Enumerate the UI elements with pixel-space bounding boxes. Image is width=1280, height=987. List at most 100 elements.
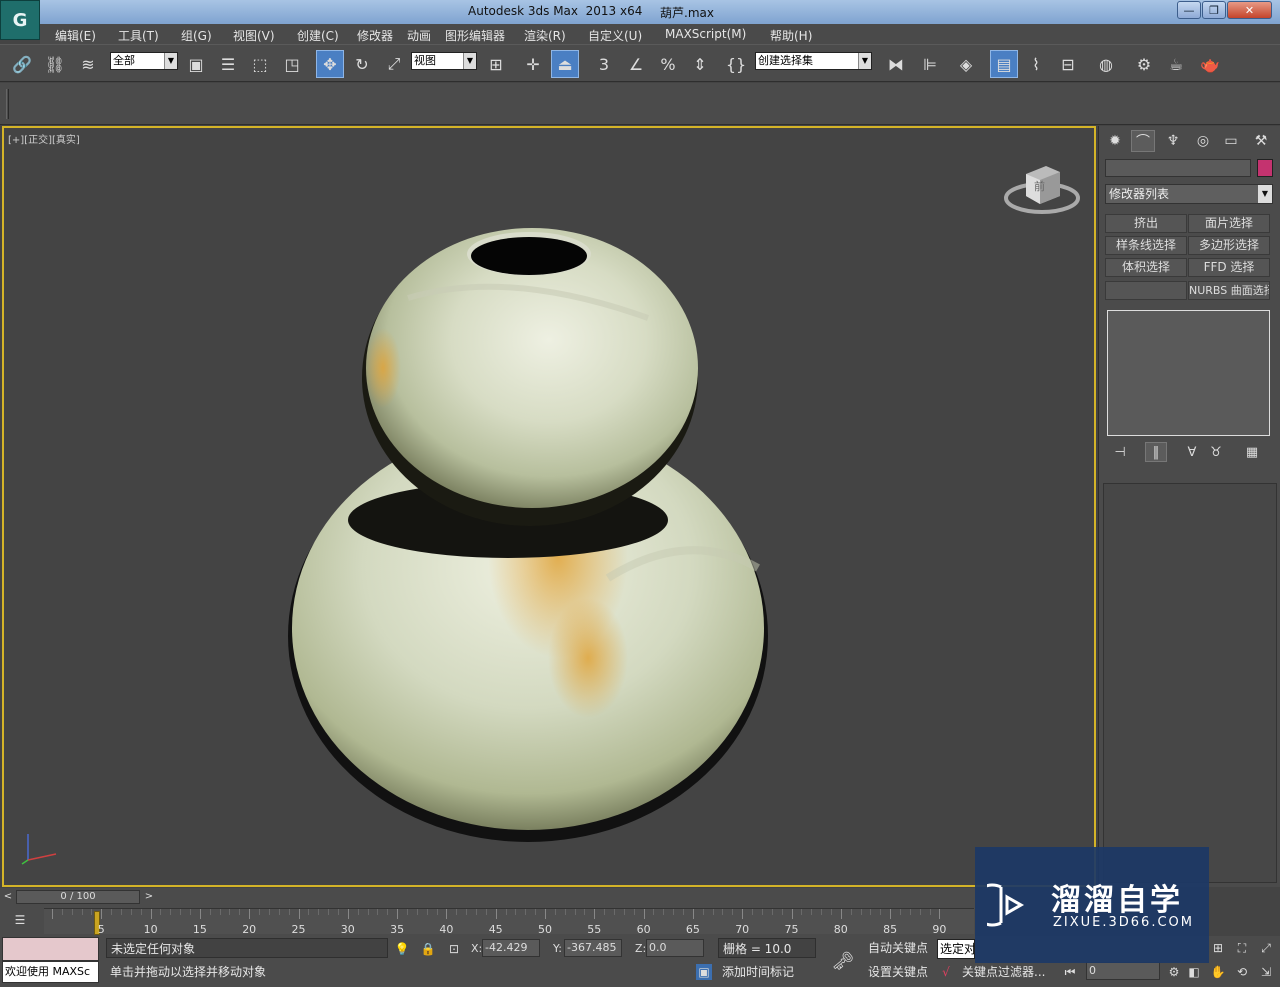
menu-graph-editors[interactable]: 图形编辑器 xyxy=(445,27,505,44)
x-coordinate-field[interactable]: -42.429 xyxy=(482,939,540,957)
select-object-icon[interactable]: ▣ xyxy=(182,50,210,78)
menu-edit[interactable]: 编辑(E) xyxy=(55,27,96,44)
pivot-center-icon[interactable]: ⊞ xyxy=(482,50,510,78)
schematic-view-icon[interactable]: ⊟ xyxy=(1054,50,1082,78)
maxscript-listener-output[interactable] xyxy=(2,937,99,961)
unlink-icon[interactable]: ⛓ xyxy=(41,50,69,78)
object-color-swatch[interactable] xyxy=(1257,159,1273,177)
z-coordinate-field[interactable]: 0.0 xyxy=(646,939,704,957)
modifier-extrude-button[interactable]: 挤出 xyxy=(1105,214,1187,233)
time-slider-thumb[interactable]: 0 / 100 xyxy=(16,890,140,904)
select-by-name-icon[interactable]: ☰ xyxy=(214,50,242,78)
y-coordinate-field[interactable]: -367.485 xyxy=(564,939,622,957)
time-configuration-icon[interactable]: ⚙ xyxy=(1166,964,1182,980)
ribbon-grip[interactable] xyxy=(6,89,9,119)
layer-manager-icon[interactable]: ◈ xyxy=(952,50,980,78)
show-end-result-icon[interactable]: ‖ xyxy=(1145,442,1167,462)
hierarchy-tab-icon[interactable]: ♆ xyxy=(1161,130,1185,152)
modifier-list-dropdown[interactable]: 修改器列表 ▼ xyxy=(1105,184,1273,204)
gourd-model[interactable] xyxy=(288,228,768,848)
orbit-icon[interactable]: ⟲ xyxy=(1234,964,1250,980)
keyboard-shortcut-override-icon[interactable]: ⏏ xyxy=(551,50,579,78)
menu-rendering[interactable]: 渲染(R) xyxy=(524,27,566,44)
angle-snap-icon[interactable]: ∠ xyxy=(622,50,650,78)
lock-selection-icon[interactable]: 🔒 xyxy=(420,941,436,957)
object-name-field[interactable] xyxy=(1105,159,1251,177)
align-icon[interactable]: ⊫ xyxy=(916,50,944,78)
curve-editor-icon[interactable]: ⌇ xyxy=(1022,50,1050,78)
add-time-tag[interactable]: 添加时间标记 xyxy=(718,962,818,982)
select-and-move-icon[interactable]: ✥ xyxy=(316,50,344,78)
current-frame-field[interactable]: 0 xyxy=(1086,962,1160,980)
percent-snap-icon[interactable]: % xyxy=(654,50,682,78)
menu-customize[interactable]: 自定义(U) xyxy=(588,27,642,44)
render-production-icon[interactable]: 🫖 xyxy=(1196,50,1224,78)
zoom-extents-all-icon[interactable]: ⤢ xyxy=(1258,940,1274,956)
modify-tab-icon[interactable]: ⌒ xyxy=(1131,130,1155,152)
manipulate-icon[interactable]: ✛ xyxy=(519,50,547,78)
create-tab-icon[interactable]: ✹ xyxy=(1103,130,1127,152)
menu-maxscript[interactable]: MAXScript(M) xyxy=(665,27,746,41)
remove-modifier-icon[interactable]: ♉ xyxy=(1205,442,1227,462)
close-button[interactable]: ✕ xyxy=(1227,1,1272,19)
modifier-stack[interactable] xyxy=(1107,310,1270,436)
time-slider[interactable]: < 0 / 100 > xyxy=(0,888,975,906)
isolate-selection-icon[interactable]: 💡 xyxy=(394,941,410,957)
key-mode-dropdown[interactable]: 选定对 xyxy=(937,939,975,959)
material-editor-icon[interactable]: ◍ xyxy=(1092,50,1120,78)
select-and-scale-icon[interactable]: ⤢ xyxy=(380,50,408,78)
utilities-tab-icon[interactable]: ⚒ xyxy=(1249,130,1273,152)
modifier-volume-select-button[interactable]: 体积选择 xyxy=(1105,258,1187,277)
pan-view-icon[interactable]: ✋ xyxy=(1210,964,1226,980)
configure-modifier-sets-icon[interactable]: ▦ xyxy=(1241,442,1263,462)
go-to-start-icon[interactable]: ⏮ xyxy=(1062,964,1078,980)
auto-key-button[interactable]: 自动关键点 xyxy=(864,938,934,958)
menu-help[interactable]: 帮助(H) xyxy=(770,27,812,44)
menu-create[interactable]: 创建(C) xyxy=(297,27,339,44)
bind-space-warp-icon[interactable]: ≋ xyxy=(74,50,102,78)
mirror-icon[interactable]: ⧓ xyxy=(882,50,910,78)
modifier-spline-select-button[interactable]: 样条线选择 xyxy=(1105,236,1187,255)
rendered-frame-window-icon[interactable]: ☕ xyxy=(1162,50,1190,78)
time-tag-icon[interactable]: ▣ xyxy=(696,964,712,980)
motion-tab-icon[interactable]: ◎ xyxy=(1191,130,1215,152)
spinner-snap-icon[interactable]: ⇕ xyxy=(686,50,714,78)
display-tab-icon[interactable]: ▭ xyxy=(1219,130,1243,152)
modifier-empty-button[interactable] xyxy=(1105,281,1187,300)
rectangular-selection-icon[interactable]: ⬚ xyxy=(246,50,274,78)
maximize-button[interactable]: ❐ xyxy=(1202,1,1226,19)
set-key-button[interactable]: 设置关键点 xyxy=(864,962,934,982)
modifier-ffd-select-button[interactable]: FFD 选择 xyxy=(1188,258,1270,277)
reference-coord-dropdown[interactable]: 视图 ▼ xyxy=(411,52,477,70)
set-key-icon[interactable]: 🗝 xyxy=(830,950,856,972)
named-selection-dropdown[interactable]: 创建选择集 ▼ xyxy=(755,52,872,70)
curve-editor-mini-icon[interactable]: ☰ xyxy=(12,912,28,928)
track-ruler[interactable]: 5 10 15 20 25 30 35 40 45 50 55 60 65 70 75 80 85 90 xyxy=(44,908,974,936)
edit-named-selection-icon[interactable]: {} xyxy=(722,50,750,78)
snaps-toggle-icon[interactable]: 3 xyxy=(590,50,618,78)
maximize-viewport-icon[interactable]: ⇲ xyxy=(1258,964,1274,980)
select-and-rotate-icon[interactable]: ↻ xyxy=(348,50,376,78)
scene-explorer-icon[interactable]: ▤ xyxy=(990,50,1018,78)
minimize-button[interactable]: — xyxy=(1177,1,1201,19)
pin-stack-icon[interactable]: ⊣ xyxy=(1109,442,1131,462)
render-setup-icon[interactable]: ⚙ xyxy=(1130,50,1158,78)
menu-animation[interactable]: 动画 xyxy=(407,27,431,44)
menu-group[interactable]: 组(G) xyxy=(181,27,212,44)
key-filters-button[interactable]: 关键点过滤器... xyxy=(958,962,1050,982)
link-icon[interactable]: 🔗 xyxy=(8,50,36,78)
menu-modifiers[interactable]: 修改器 xyxy=(357,27,393,44)
make-unique-icon[interactable]: ∀ xyxy=(1181,442,1203,462)
menu-tools[interactable]: 工具(T) xyxy=(118,27,159,44)
viewport-front[interactable]: [+][正交][真实] 前 xyxy=(2,126,1096,887)
modifier-poly-select-button[interactable]: 多边形选择 xyxy=(1188,236,1270,255)
viewport-label[interactable]: [+][正交][真实] xyxy=(8,131,80,146)
selection-filter-dropdown[interactable]: 全部 ▼ xyxy=(110,52,178,70)
absolute-mode-icon[interactable]: ⊡ xyxy=(446,941,462,957)
modifier-nurbs-select-button[interactable]: NURBS 曲面选择 xyxy=(1188,281,1270,300)
menu-views[interactable]: 视图(V) xyxy=(233,27,275,44)
window-crossing-icon[interactable]: ◳ xyxy=(278,50,306,78)
field-of-view-icon[interactable]: ◧ xyxy=(1186,964,1202,980)
time-prev-button[interactable]: < xyxy=(1,890,15,904)
time-next-button[interactable]: > xyxy=(142,890,156,904)
